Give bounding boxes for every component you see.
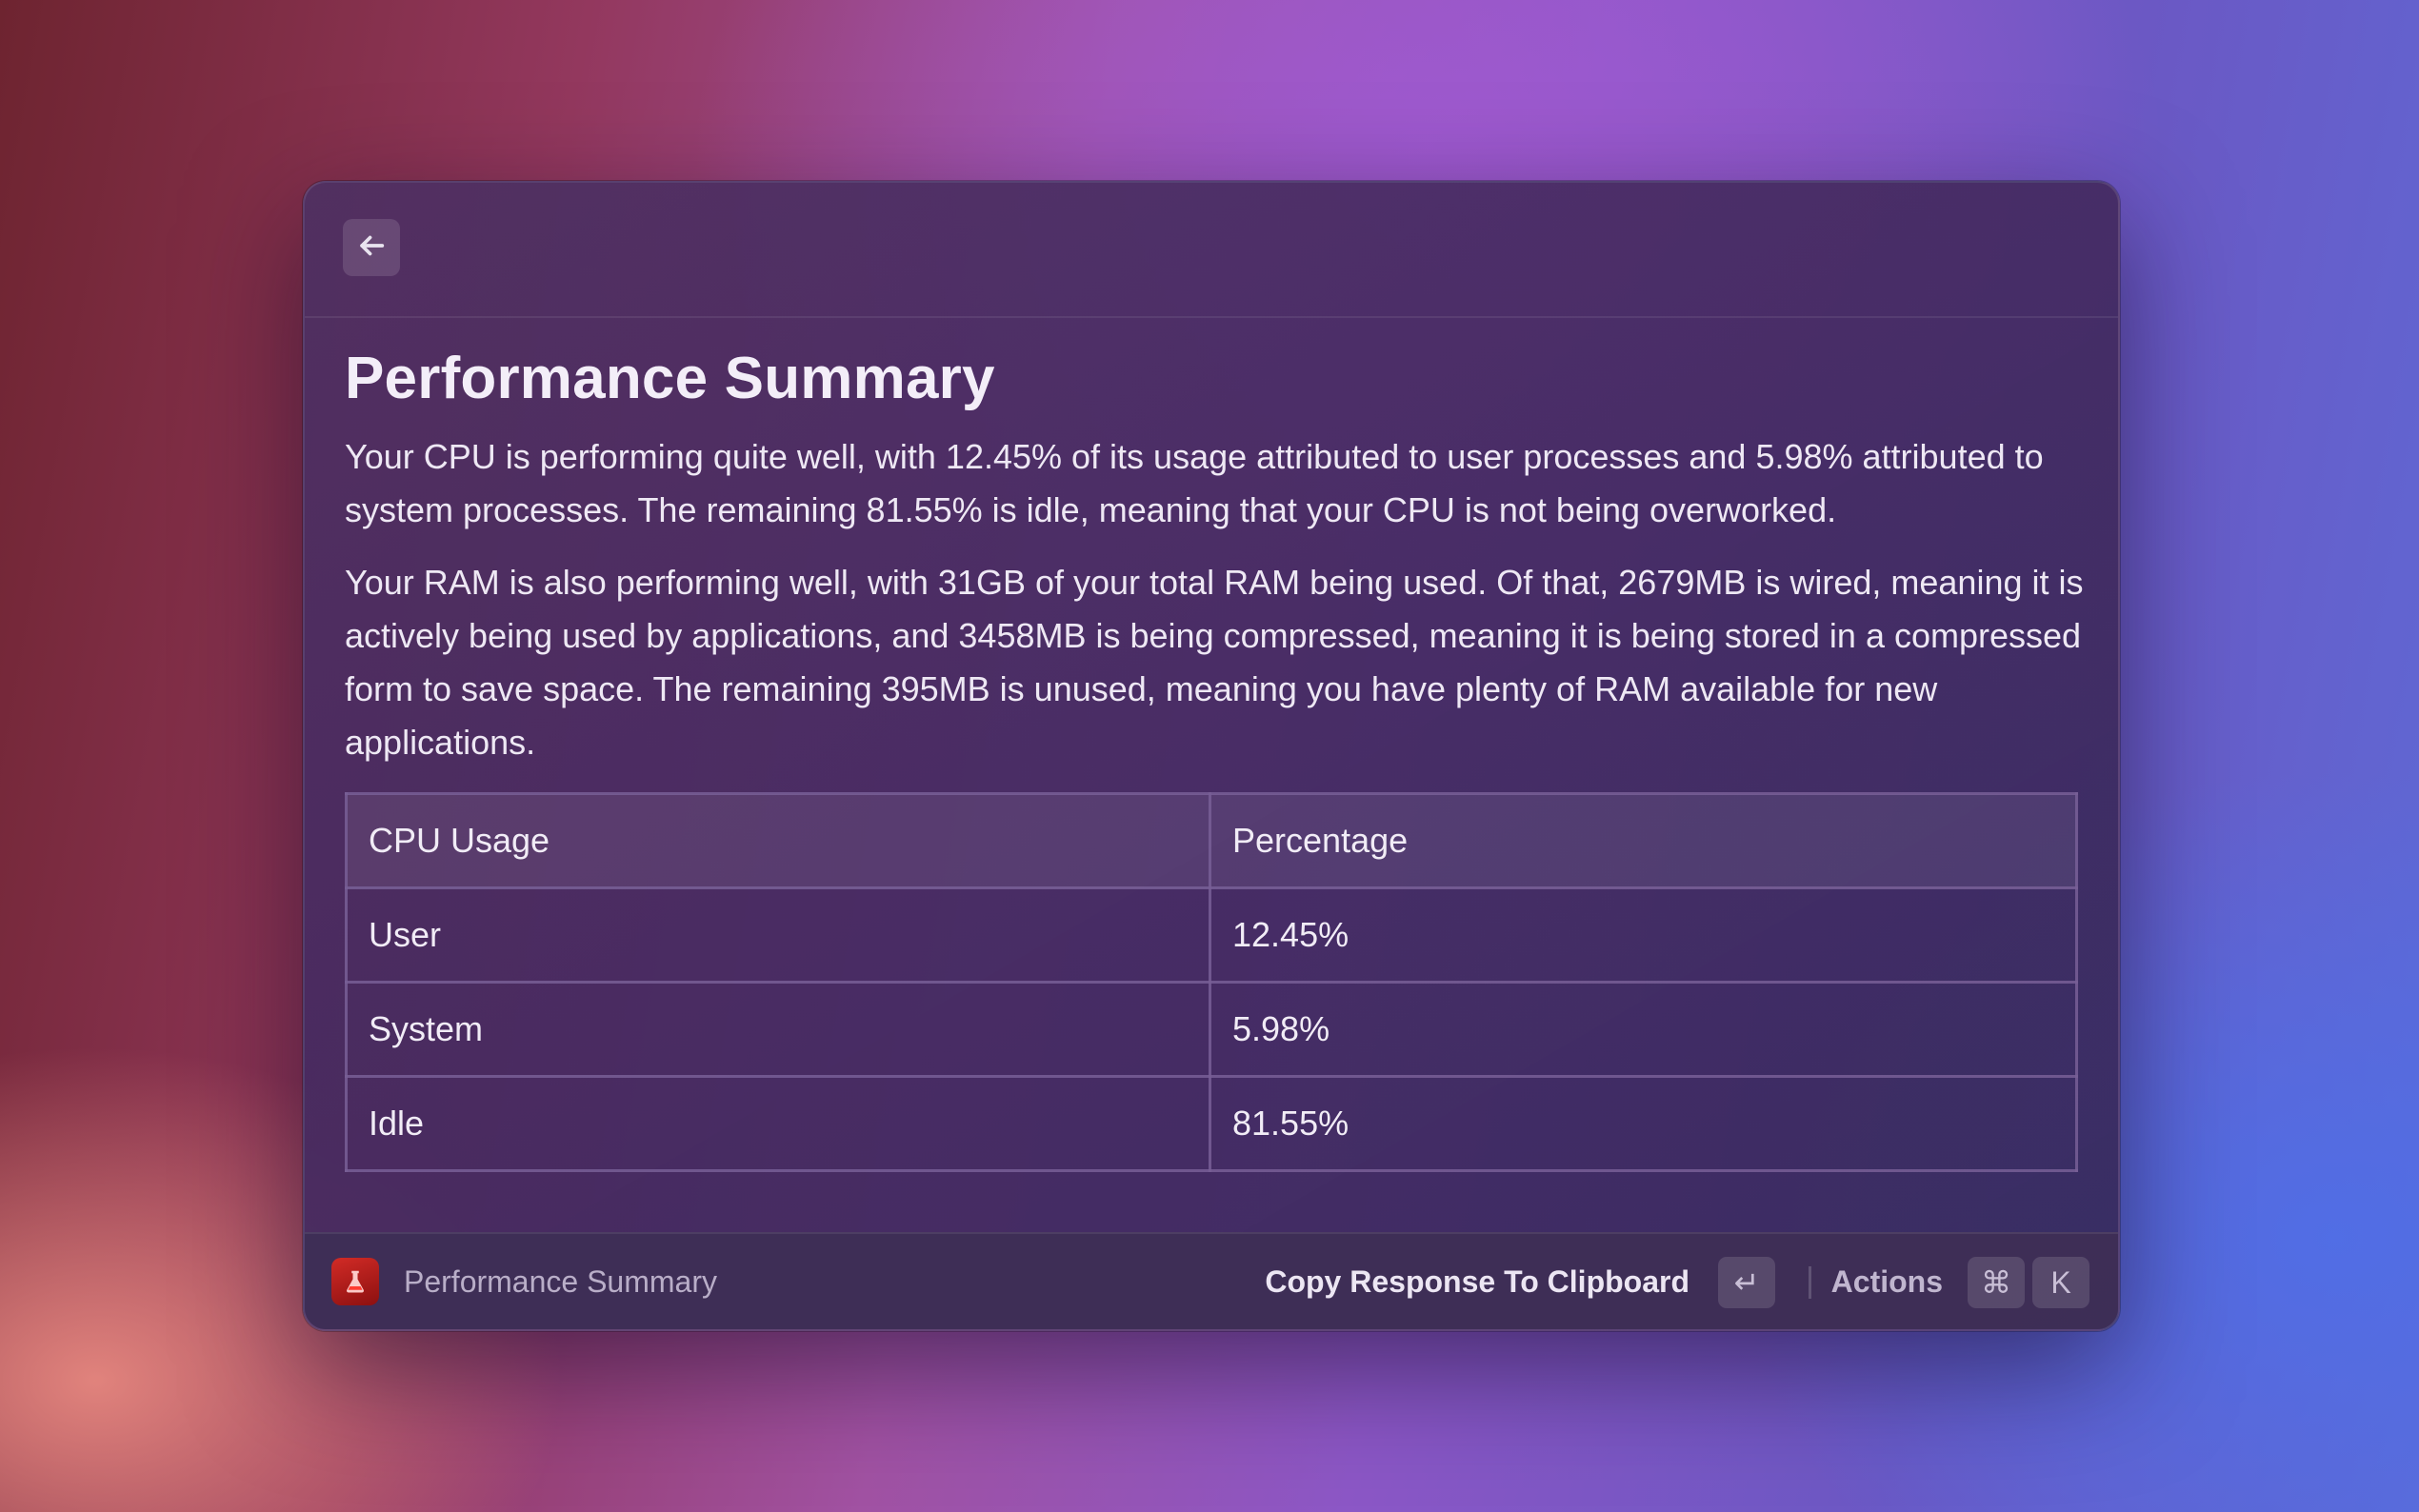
cell-label: System: [345, 981, 1211, 1078]
cpu-usage-table: CPU Usage Percentage User 12.45% System …: [345, 792, 2078, 1172]
action-bar: Performance Summary Copy Response To Cli…: [305, 1232, 2118, 1329]
cpu-paragraph: Your CPU is performing quite well, with …: [345, 437, 2044, 529]
back-button[interactable]: [343, 219, 400, 276]
table-row: Idle 81.55%: [345, 1075, 2078, 1172]
column-header-cpu-usage: CPU Usage: [345, 792, 1211, 889]
table-row: System 5.98%: [345, 981, 2078, 1078]
table-header-row: CPU Usage Percentage: [345, 792, 2078, 889]
cell-value: 5.98%: [1209, 981, 2078, 1078]
flask-icon: [331, 1258, 379, 1305]
arrow-left-icon: [355, 229, 388, 267]
command-window: Performance Summary Your CPU is performi…: [303, 181, 2120, 1331]
divider: [1809, 1266, 1811, 1299]
page-title: Performance Summary: [345, 346, 995, 411]
copy-response-button[interactable]: Copy Response To Clipboard: [1265, 1234, 1689, 1329]
actions-button[interactable]: Actions: [1831, 1234, 1943, 1329]
ram-paragraph: Your RAM is also performing well, with 3…: [345, 563, 2084, 762]
k-key-icon: K: [2032, 1257, 2089, 1308]
cell-label: User: [345, 886, 1211, 984]
cell-value: 81.55%: [1209, 1075, 2078, 1172]
return-key-icon: ↵: [1718, 1257, 1775, 1308]
cell-label: Idle: [345, 1075, 1211, 1172]
window-topbar: [305, 183, 2118, 318]
footer-title: Performance Summary: [404, 1264, 717, 1299]
table-row: User 12.45%: [345, 886, 2078, 984]
column-header-percentage: Percentage: [1209, 792, 2078, 889]
cell-value: 12.45%: [1209, 886, 2078, 984]
response-content: Performance Summary Your CPU is performi…: [345, 341, 2084, 1172]
command-key-icon: ⌘: [1968, 1257, 2025, 1308]
